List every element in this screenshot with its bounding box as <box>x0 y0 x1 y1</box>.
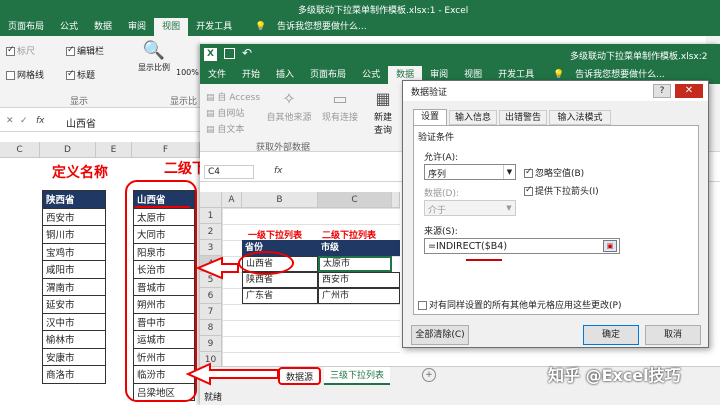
arrow-to-sheet-tab <box>185 362 279 386</box>
apply-all-checkbox[interactable]: 对有同样设置的所有其他单元格应用这些更改(P) <box>418 298 621 311</box>
dialog-tab-settings[interactable]: 设置 <box>413 109 447 125</box>
allow-select[interactable]: 序列 ▼ <box>424 164 516 180</box>
dialog-tab-error-alert[interactable]: 出错警告 <box>499 110 547 125</box>
chevron-down-icon: ▼ <box>506 204 512 212</box>
allow-label: 允许(A): <box>424 153 459 163</box>
ok-button[interactable]: 确定 <box>583 325 639 345</box>
source-label: 来源(S): <box>424 227 458 237</box>
chevron-down-icon: ▼ <box>503 165 515 179</box>
source-red-underline <box>466 259 502 261</box>
in-cell-dropdown-checkbox[interactable]: 提供下拉箭头(I) <box>524 184 599 197</box>
dropdown-check-icon <box>524 185 533 196</box>
source-input[interactable]: =INDIRECT($B4) ▣ <box>424 238 620 254</box>
validation-criteria-label: 验证条件 <box>418 133 455 143</box>
clear-all-button[interactable]: 全部清除(C) <box>411 325 469 345</box>
dialog-tab-ime-mode[interactable]: 输入法模式 <box>549 110 611 125</box>
dialog-close-button[interactable]: ✕ <box>675 84 703 98</box>
data-select[interactable]: 介于 ▼ <box>424 200 516 216</box>
dialog-tab-input-message[interactable]: 输入信息 <box>449 110 497 125</box>
ignore-blank-checkbox[interactable]: 忽略空值(B) <box>524 166 584 179</box>
ignore-blank-check-icon <box>524 167 533 178</box>
apply-all-check-icon <box>418 301 427 310</box>
range-picker-icon[interactable]: ▣ <box>603 240 617 252</box>
dialog-panel: 验证条件 允许(A): 序列 ▼ 忽略空值(B) 提供下拉箭头(I) 数据(D)… <box>413 125 699 315</box>
data-label: 数据(D): <box>424 189 459 199</box>
data-validation-dialog: 数据验证 ? ✕ 设置 输入信息 出错警告 输入法模式 验证条件 允许(A): … <box>402 80 709 348</box>
dialog-help-button[interactable]: ? <box>653 84 671 98</box>
arrow-to-c4 <box>195 256 239 280</box>
dialog-title: 数据验证 <box>411 88 448 98</box>
dialog-title-bar: 数据验证 ? ✕ <box>403 81 708 101</box>
cancel-button[interactable]: 取消 <box>645 325 701 345</box>
watermark: 知乎 @Excel技巧 <box>548 366 681 385</box>
